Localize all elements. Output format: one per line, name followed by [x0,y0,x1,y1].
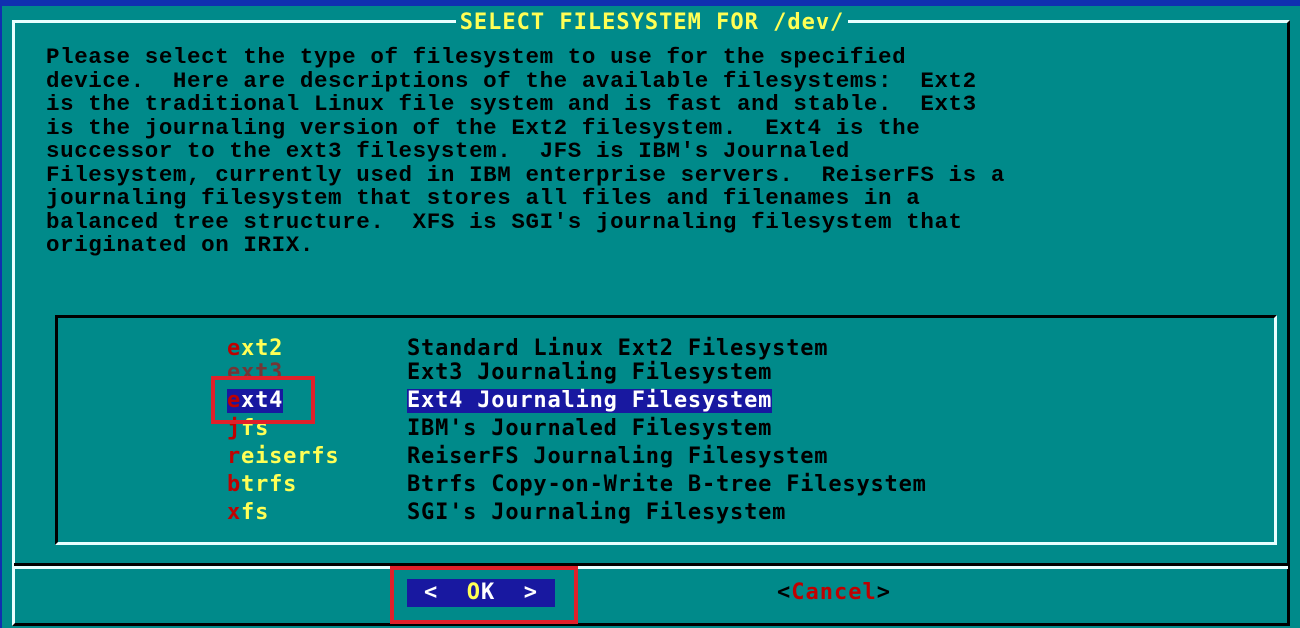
cancel-button[interactable]: <Cancel> [777,579,891,607]
button-divider [14,566,1288,569]
menu-item-ext4[interactable]: ext4 Ext4 Journaling Filesystem [227,389,1127,413]
menu-item-tag: ext2 [227,336,284,361]
description-line: device. Here are descriptions of the ava… [46,67,977,94]
menu-item-jfs[interactable]: jfs IBM's Journaled Filesystem [227,417,1127,441]
menu-item-ext3[interactable]: ext3 Ext3 Journaling Filesystem [227,361,1127,385]
description-line: is the traditional Linux file system and… [46,91,977,117]
menu-item-desc: Btrfs Copy-on-Write B-tree Filesystem [407,472,927,497]
menu-item-desc: IBM's Journaled Filesystem [407,416,773,441]
menu-item-ext2[interactable]: ext2 Standard Linux Ext2 Filesystem [227,337,1127,361]
menu-item-tag: reiserfs [227,444,340,469]
dialog: SELECT FILESYSTEM FOR /dev/ Please selec… [0,0,1300,628]
description-line: Filesystem, currently used in IBM enterp… [46,161,1005,188]
menu-item-btrfs[interactable]: btrfs Btrfs Copy-on-Write B-tree Filesys… [227,473,1127,497]
menu-item-xfs[interactable]: xfs SGI's Journaling Filesystem [227,501,1127,525]
menu-item-tag: xfs [227,500,270,525]
menu-item-tag: btrfs [227,472,298,497]
menu-item-desc: ReiserFS Journaling Filesystem [407,444,829,469]
menu-item-reiserfs[interactable]: reiserfs ReiserFS Journaling Filesystem [227,445,1127,469]
menu-item-desc: Standard Linux Ext2 Filesystem [407,336,829,361]
menu-item-desc: Ext3 Journaling Filesystem [407,360,773,385]
menu-item-desc: SGI's Journaling Filesystem [407,500,787,525]
description-line: is the journaling version of the Ext2 fi… [46,114,921,141]
description-line: originated on IRIX. [46,232,314,258]
title-bar: SELECT FILESYSTEM FOR /dev/ [2,10,1300,36]
description-line: balanced tree structure. XFS is SGI's jo… [46,208,963,235]
dialog-title: SELECT FILESYSTEM FOR /dev/ [455,10,849,36]
annotation-highlight-ok [390,566,578,624]
description-line: successor to the ext3 filesystem. JFS is… [46,138,850,164]
description-text: Please select the type of filesystem to … [46,44,1276,258]
description-line: Please select the type of filesystem to … [46,44,907,70]
description-line: journaling filesystem that stores all fi… [46,185,921,211]
annotation-highlight-ext4 [211,376,315,424]
menu-item-desc: Ext4 Journaling Filesystem [407,388,773,413]
